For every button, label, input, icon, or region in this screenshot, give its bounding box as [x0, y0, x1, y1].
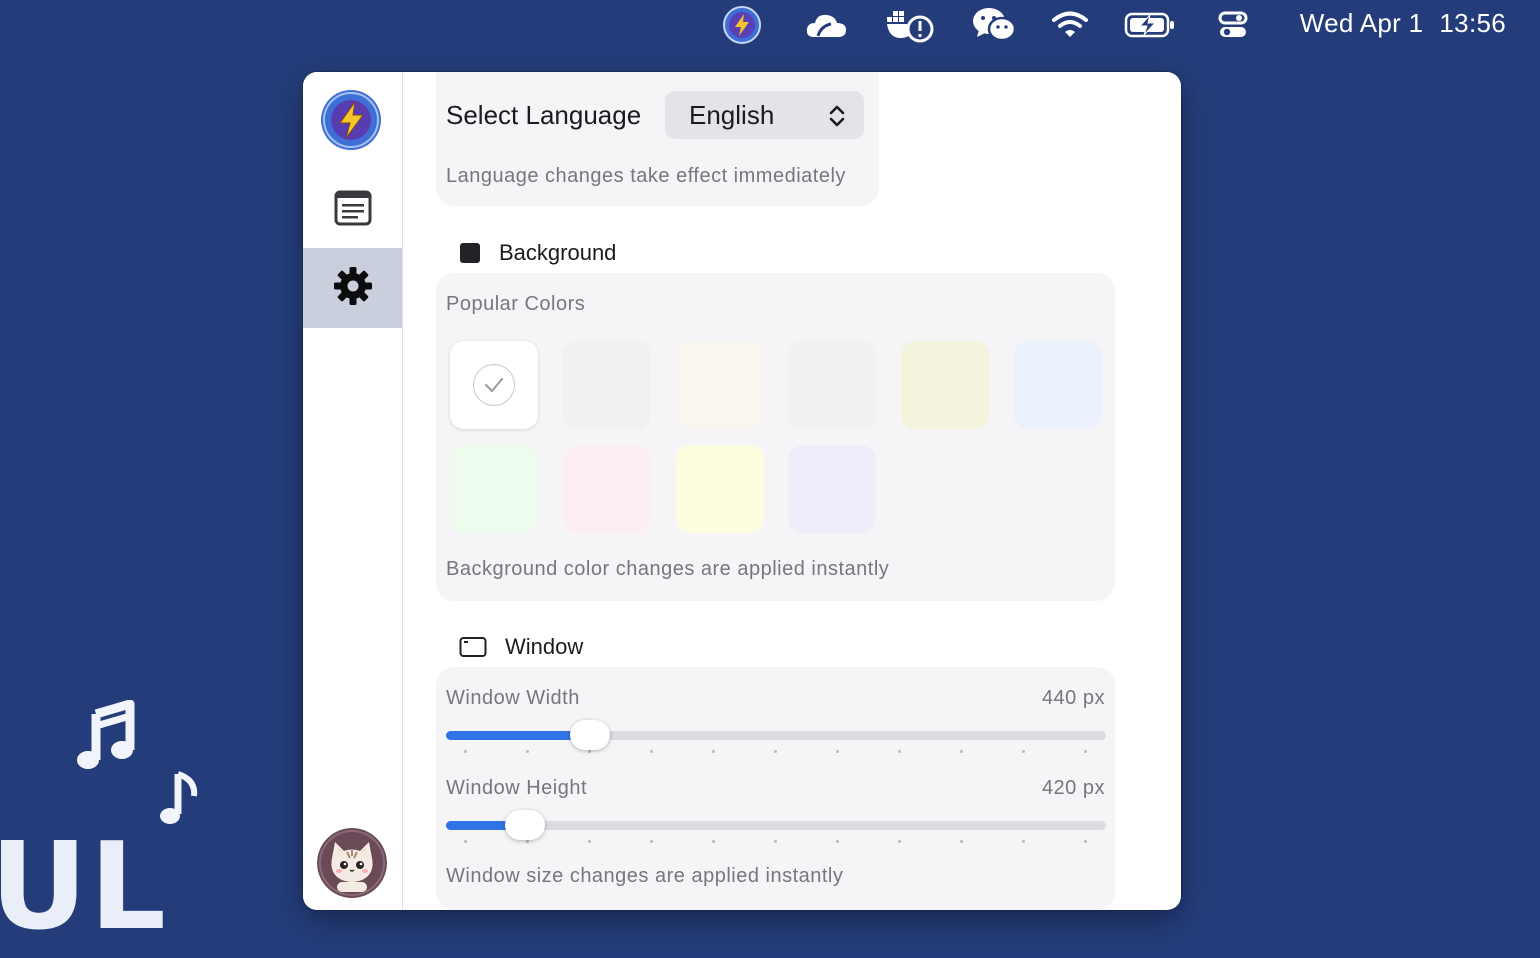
wechat-icon[interactable] — [971, 6, 1017, 44]
language-label: Select Language — [446, 100, 642, 130]
sidebar-item-settings[interactable] — [303, 248, 402, 328]
slider-tick — [774, 750, 777, 753]
slider-tick — [960, 750, 963, 753]
slider-tick — [712, 750, 715, 753]
slider-tick — [464, 750, 467, 753]
app-bolt-icon[interactable] — [721, 6, 763, 44]
wallpaper-lettering: UL — [0, 818, 168, 957]
language-card: Select Language English Language changes… — [436, 72, 879, 206]
language-note: Language changes take effect immediately — [446, 165, 846, 187]
slider-tick — [898, 840, 901, 843]
music-note-decoration — [74, 699, 138, 779]
settings-content: Select Language English Language changes… — [403, 72, 1181, 910]
slider-tick — [898, 750, 901, 753]
menu-bar-clock[interactable]: Wed Apr 1 13:56 — [1300, 8, 1506, 39]
slider-tick — [1084, 750, 1087, 753]
window-note: Window size changes are applied instantl… — [446, 865, 844, 887]
slider-tick — [774, 840, 777, 843]
color-swatch[interactable] — [676, 341, 764, 429]
background-title-text: Background — [499, 240, 617, 265]
slider-tick — [1084, 840, 1087, 843]
slider-fill — [446, 731, 590, 740]
slider-tick — [588, 750, 591, 753]
cat-avatar[interactable] — [317, 828, 387, 898]
slider-thumb[interactable] — [569, 720, 610, 750]
window-title-text: Window — [505, 634, 584, 659]
color-swatch[interactable] — [563, 445, 651, 533]
background-card: Popular Colors Background color changes … — [436, 273, 1115, 601]
gear-icon — [333, 266, 373, 311]
sidebar-item-notes[interactable] — [303, 170, 402, 250]
slider-tick — [712, 840, 715, 843]
slider-tick — [1022, 840, 1025, 843]
menu-bar-date: Wed Apr 1 — [1299, 8, 1424, 38]
slider-tick — [836, 840, 839, 843]
window-card: Window Width 440 px Window Height 420 px… — [436, 667, 1115, 910]
slider-track — [446, 821, 1106, 830]
popular-colors-label: Popular Colors — [446, 293, 586, 315]
bolt-logo-icon[interactable] — [320, 89, 382, 151]
settings-window: Select Language English Language changes… — [303, 72, 1181, 910]
slider-tick — [650, 840, 653, 843]
window-width-value: 440 px — [1041, 687, 1105, 709]
color-swatch[interactable] — [1014, 341, 1102, 429]
language-select-value: English — [689, 99, 775, 130]
slider-tick — [650, 750, 653, 753]
slider-tick — [588, 840, 591, 843]
background-note: Background color changes are applied ins… — [446, 558, 890, 580]
slider-tick — [464, 840, 467, 843]
language-select[interactable]: English — [665, 91, 864, 139]
menu-bar: Wed Apr 1 13:56 — [0, 0, 1540, 50]
color-swatch[interactable] — [676, 445, 764, 533]
wifi-icon[interactable] — [1051, 6, 1089, 44]
window-section-title: Window — [459, 634, 583, 660]
window-height-label: Window Height — [446, 777, 588, 799]
document-list-icon — [334, 190, 372, 231]
control-center-icon[interactable] — [1215, 6, 1251, 44]
color-swatch[interactable] — [788, 341, 876, 429]
sidebar — [303, 72, 403, 910]
window-width-label: Window Width — [446, 687, 580, 709]
battery-charging-icon[interactable] — [1123, 6, 1177, 44]
color-swatch[interactable] — [563, 341, 651, 429]
slider-tick — [1022, 750, 1025, 753]
color-swatch[interactable] — [788, 445, 876, 533]
color-square-icon — [459, 242, 481, 264]
window-height-slider[interactable] — [446, 810, 1106, 843]
docker-alert-icon[interactable] — [887, 6, 935, 44]
menu-bar-time: 13:56 — [1439, 8, 1506, 38]
color-swatch[interactable] — [901, 341, 989, 429]
window-icon — [459, 636, 487, 658]
slider-thumb[interactable] — [505, 810, 546, 840]
background-section-title: Background — [459, 240, 616, 266]
slider-tick — [526, 750, 529, 753]
color-swatch[interactable] — [450, 341, 538, 429]
cloud-icon[interactable] — [803, 6, 849, 44]
window-height-value: 420 px — [1041, 777, 1105, 799]
slider-tick — [526, 840, 529, 843]
chevron-up-down-icon — [828, 104, 846, 133]
window-width-slider[interactable] — [446, 720, 1106, 753]
color-swatch[interactable] — [450, 445, 538, 533]
slider-tick — [960, 840, 963, 843]
slider-tick — [836, 750, 839, 753]
checkmark-icon — [473, 364, 515, 406]
